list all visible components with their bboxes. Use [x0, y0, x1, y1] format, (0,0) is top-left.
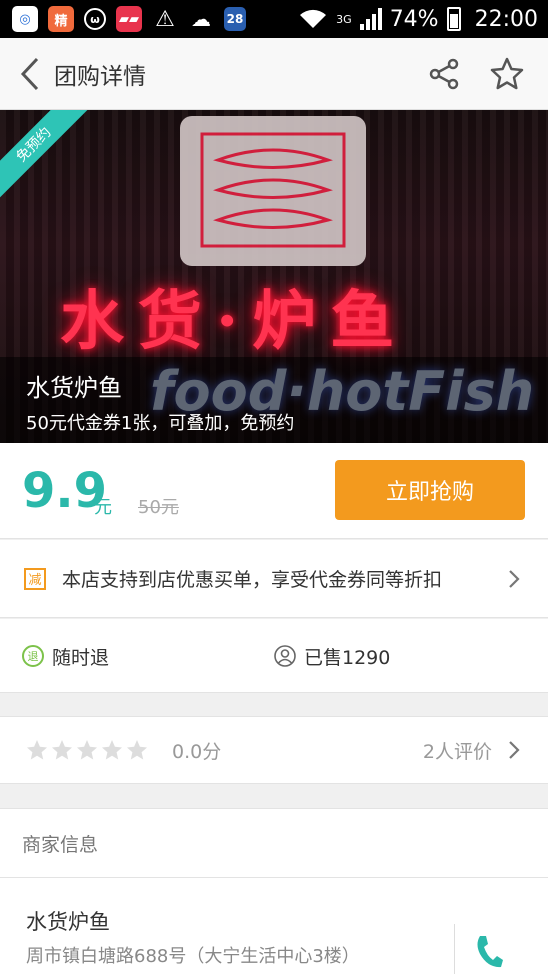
- sunglasses-notification-icon: ▰▰: [116, 6, 142, 32]
- store-discount-text: 本店支持到店优惠买单，享受代金券同等折扣: [62, 569, 443, 591]
- app-notification-icon: 精: [48, 6, 74, 32]
- fish-logo-sign: [180, 116, 366, 266]
- fish-logo-icon: [200, 132, 346, 248]
- rating-row[interactable]: 0.0分 2人评价: [0, 716, 548, 784]
- chevron-right-icon: [508, 740, 520, 760]
- store-discount-row[interactable]: 减 本店支持到店优惠买单，享受代金券同等折扣: [0, 540, 548, 618]
- price-unit: 元: [94, 497, 112, 518]
- rating-score: 0.0分: [172, 740, 222, 763]
- back-button[interactable]: [6, 38, 54, 110]
- warning-icon: ⚠: [155, 6, 175, 32]
- signal-icon: [359, 8, 382, 30]
- review-count: 2人评价: [422, 740, 492, 763]
- star-empty-icon: [52, 740, 72, 760]
- merchant-address: 周市镇白塘路688号（大宁生活中心3楼）: [26, 946, 360, 967]
- divider: [454, 924, 455, 974]
- network-type: 3G: [336, 12, 352, 26]
- clock: 22:00: [474, 6, 538, 32]
- sold-count: 已售1290: [274, 619, 390, 693]
- user-icon: [274, 645, 296, 667]
- star-empty-icon: [127, 740, 147, 760]
- refund-label: 随时退: [52, 646, 110, 669]
- back-arrow-icon: [20, 57, 39, 90]
- share-button[interactable]: [428, 58, 460, 90]
- neon-sign-cn: 水货·炉鱼: [60, 284, 409, 359]
- star-empty-icon: [27, 740, 47, 760]
- share-icon: [429, 58, 459, 89]
- original-price: 50元: [138, 497, 179, 518]
- app-notification-icon: ◎: [12, 6, 38, 32]
- rating-stars: [26, 739, 148, 761]
- status-bar: ◎ 精 ω ▰▰ ⚠ ☁ 28 3G 74% 22:00: [0, 0, 548, 38]
- hero-image[interactable]: 水货·炉鱼 food·hotFish 免预约 水货炉鱼 50元代金券1张，可叠加…: [0, 110, 548, 443]
- phone-icon: [477, 936, 503, 968]
- wifi-icon: [298, 8, 328, 30]
- battery-percent: 74%: [389, 6, 439, 32]
- merchant-section-header: 商家信息: [0, 808, 548, 878]
- price-bar: 9.9 元 50元 立即抢购: [0, 443, 548, 539]
- chevron-right-icon: [508, 569, 520, 589]
- guarantee-row: 退 随时退 已售1290: [0, 619, 548, 693]
- buy-now-button[interactable]: 立即抢购: [335, 460, 525, 520]
- discount-icon: 减: [24, 567, 46, 590]
- calendar-icon: 28: [224, 7, 246, 31]
- refund-anytime: 退 随时退: [22, 619, 109, 693]
- battery-icon: [446, 7, 461, 31]
- refund-icon: 退: [22, 645, 44, 667]
- merchant-info[interactable]: 水货炉鱼 周市镇白塘路688号（大宁生活中心3楼）: [0, 878, 548, 974]
- cat-notification-icon: ω: [84, 8, 106, 30]
- top-nav: 团购详情: [0, 38, 548, 110]
- weather-icon: ☁: [191, 7, 211, 31]
- call-button[interactable]: [474, 934, 504, 970]
- favorite-button[interactable]: [490, 57, 524, 91]
- star-icon: [490, 57, 524, 89]
- star-empty-icon: [102, 740, 122, 760]
- star-empty-icon: [77, 740, 97, 760]
- deal-subtitle: 50元代金券1张，可叠加，免预约: [26, 413, 295, 434]
- page-title: 团购详情: [54, 63, 146, 90]
- merchant-name: 水货炉鱼: [26, 910, 110, 934]
- merchant-section-title: 商家信息: [22, 833, 99, 856]
- deal-title: 水货炉鱼: [26, 374, 122, 402]
- sold-label: 已售1290: [304, 646, 391, 669]
